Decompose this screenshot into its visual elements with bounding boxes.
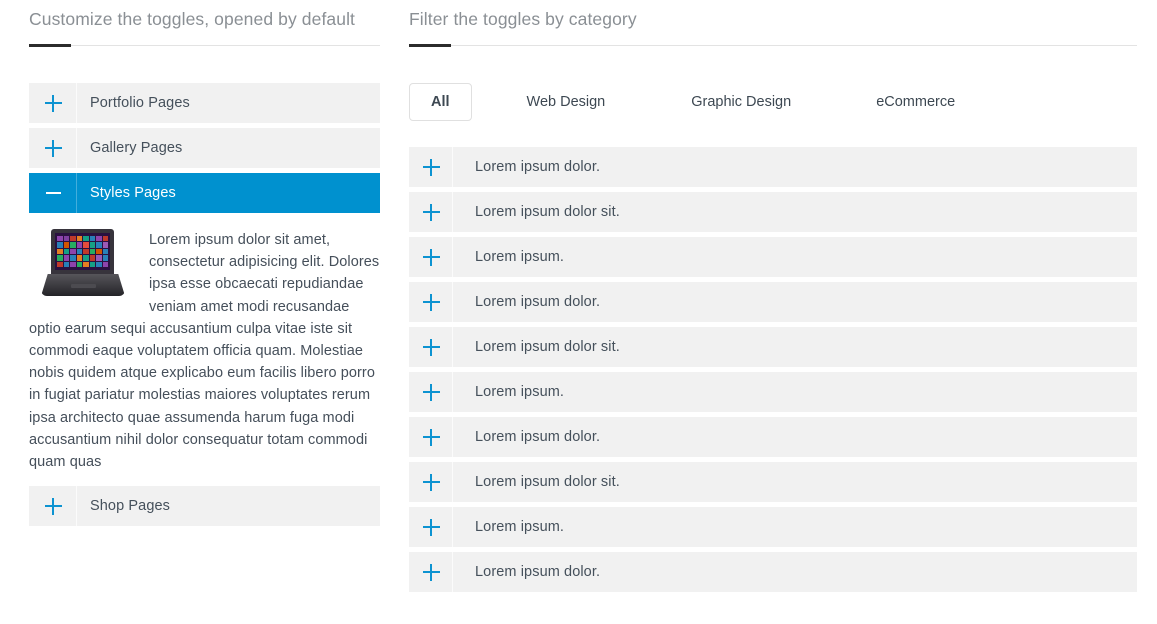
toggle-row-label: Lorem ipsum. [475,249,565,265]
filter-tab-graphic-design[interactable]: Graphic Design [675,84,807,120]
accordion-header-shop-pages[interactable]: Shop Pages [29,486,380,527]
category-filter-tabs: All Web Design Graphic Design eCommerce [409,82,1137,122]
right-heading-rule [409,44,1137,47]
toggle-row[interactable]: Lorem ipsum. [409,507,1137,547]
laptop-screen-tiles [55,233,110,270]
accordion-item: Portfolio Pages [29,83,380,123]
left-heading-rule [29,44,380,47]
plus-icon [409,147,453,187]
toggle-row-label: Lorem ipsum dolor. [475,294,601,310]
toggle-row-label: Lorem ipsum dolor. [475,564,601,580]
toggle-row[interactable]: Lorem ipsum dolor. [409,417,1137,457]
toggle-row-label: Lorem ipsum dolor. [475,429,601,445]
accordion-header-styles-pages[interactable]: Styles Pages [29,173,380,213]
accordion-item: Shop Pages [29,486,380,527]
plus-icon [409,192,453,232]
toggles-demo-page: Customize the toggles, opened by default… [0,0,1157,624]
left-column: Customize the toggles, opened by default… [29,0,380,531]
toggle-row-label: Lorem ipsum. [475,384,565,400]
toggle-row[interactable]: Lorem ipsum dolor. [409,552,1137,592]
accordion-item: Gallery Pages [29,128,380,168]
toggle-row-label: Lorem ipsum dolor sit. [475,339,620,355]
toggle-row-label: Lorem ipsum dolor sit. [475,204,620,220]
toggle-row[interactable]: Lorem ipsum dolor sit. [409,327,1137,367]
toggle-row[interactable]: Lorem ipsum dolor. [409,147,1137,187]
filter-tab-web-design[interactable]: Web Design [511,84,622,120]
accordion-label: Gallery Pages [90,140,183,156]
left-section-heading: Customize the toggles, opened by default [29,9,356,29]
toggle-list: Lorem ipsum dolor. Lorem ipsum dolor sit.… [409,147,1137,592]
accordion-panel-styles-pages: Lorem ipsum dolor sit amet, consectetur … [29,213,380,481]
minus-icon [29,173,77,213]
toggle-row[interactable]: Lorem ipsum dolor. [409,282,1137,322]
filter-tab-all[interactable]: All [409,83,472,121]
toggle-row[interactable]: Lorem ipsum. [409,372,1137,412]
accordion-label: Styles Pages [90,185,176,201]
accordion-label: Shop Pages [90,498,171,515]
plus-icon [409,552,453,592]
toggle-row-label: Lorem ipsum dolor. [475,159,601,175]
toggle-row[interactable]: Lorem ipsum dolor sit. [409,192,1137,232]
plus-icon [409,282,453,322]
laptop-windows8-thumbnail [41,229,125,301]
plus-icon [29,486,77,527]
plus-icon [409,462,453,502]
plus-icon [29,128,77,168]
plus-icon [409,327,453,367]
plus-icon [409,237,453,277]
filter-tab-ecommerce[interactable]: eCommerce [860,84,971,120]
right-section-heading: Filter the toggles by category [409,9,637,29]
accordion-item: Styles Pages Lorem ipsum dolor sit amet,… [29,173,380,481]
accordion: Portfolio Pages Gallery Pages Styles Pag… [29,83,380,527]
plus-icon [409,417,453,457]
plus-icon [409,507,453,547]
toggle-row[interactable]: Lorem ipsum dolor sit. [409,462,1137,502]
toggle-row-label: Lorem ipsum dolor sit. [475,474,620,490]
toggle-row-label: Lorem ipsum. [475,519,565,535]
right-column: Filter the toggles by category All Web D… [409,0,1137,597]
accordion-header-gallery-pages[interactable]: Gallery Pages [29,128,380,168]
toggle-row[interactable]: Lorem ipsum. [409,237,1137,277]
plus-icon [29,83,77,123]
plus-icon [409,372,453,412]
accordion-label: Portfolio Pages [90,95,190,111]
accordion-header-portfolio-pages[interactable]: Portfolio Pages [29,83,380,123]
